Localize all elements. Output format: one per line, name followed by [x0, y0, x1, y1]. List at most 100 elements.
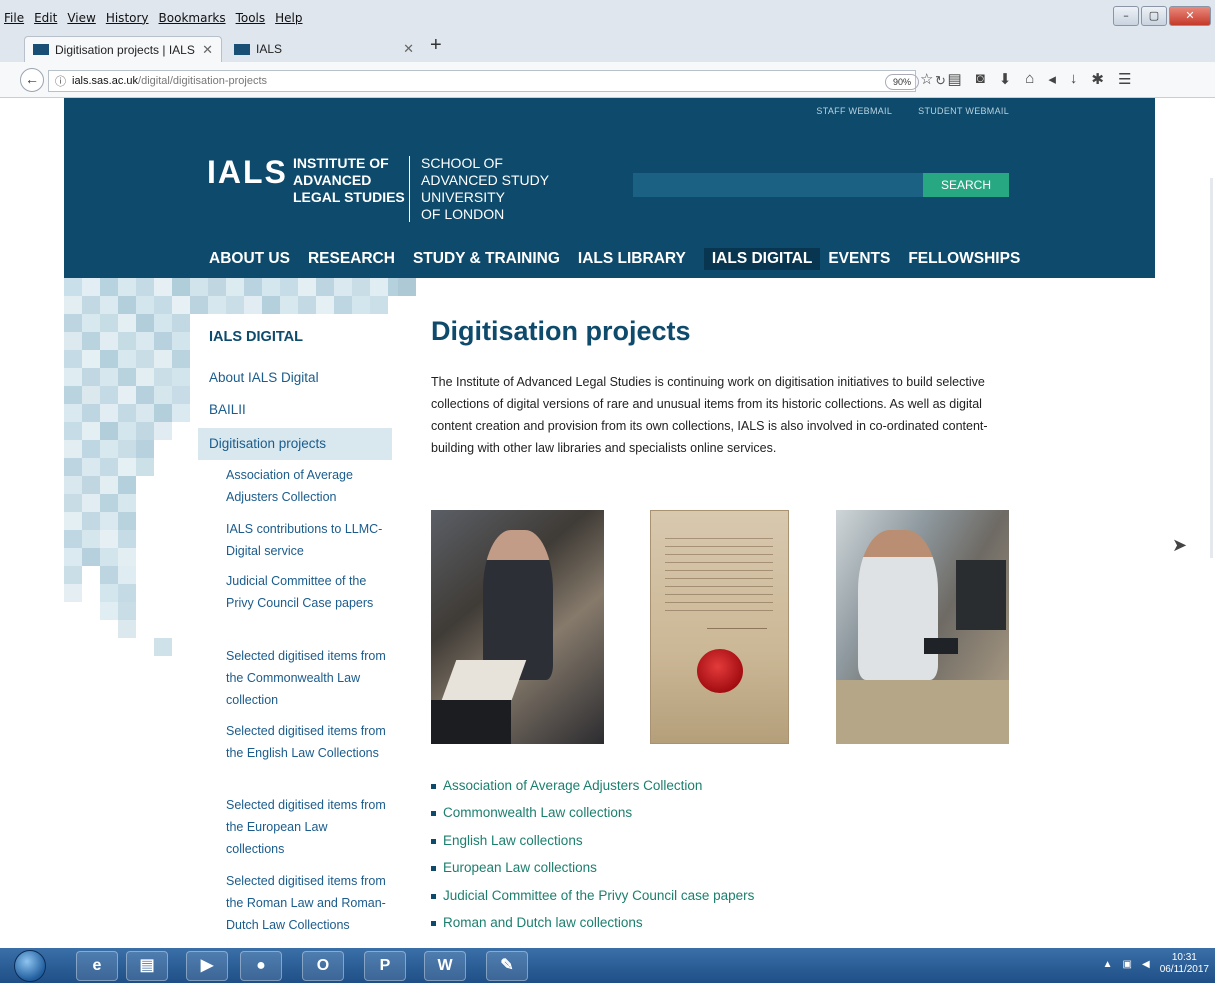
tab-digitisation-projects[interactable]: Digitisation projects | IALS ✕ [24, 36, 222, 62]
address-bar[interactable]: ⓘ ials.sas.ac.uk /digital/digitisation-p… [48, 70, 946, 92]
collection-link[interactable]: English Law collections [431, 827, 754, 854]
photo-historic-document-with-seal [650, 510, 789, 744]
photo-keyboard [924, 638, 958, 654]
new-tab-icon[interactable]: + [430, 34, 442, 57]
word-icon[interactable]: W [424, 951, 466, 981]
scrollbar[interactable] [1210, 178, 1213, 558]
nav-research[interactable]: RESEARCH [308, 248, 405, 270]
search-button[interactable]: SEARCH [923, 173, 1009, 197]
collection-link[interactable]: Judicial Committee of the Privy Council … [431, 882, 754, 909]
sidebar-item-about[interactable]: About IALS Digital [209, 370, 319, 385]
web-page: STAFF WEBMAIL STUDENT WEBMAIL IALS INSTI… [0, 98, 1215, 948]
reading-list-icon[interactable]: ▤ [947, 70, 961, 88]
menu-view[interactable]: View [67, 11, 95, 25]
network-icon[interactable]: ▣ [1123, 959, 1132, 970]
menu-edit[interactable]: Edit [34, 11, 57, 25]
photo-figure [858, 530, 938, 680]
close-tab-icon[interactable]: ✕ [202, 42, 213, 58]
school-line: UNIVERSITY [421, 189, 506, 205]
windows-taskbar: e ▤ ▶ ● O P W ✎ ▲ ▣ ◀ 10:31 06/11/2017 [0, 948, 1215, 983]
minimize-button[interactable]: – [1113, 6, 1139, 26]
hamburger-menu-icon[interactable]: ☰ [1118, 70, 1131, 88]
photo-scanning-documents [431, 510, 604, 744]
ials-favicon-icon [33, 44, 49, 55]
institute-name: INSTITUTE OF ADVANCED LEGAL STUDIES [293, 155, 405, 206]
save-icon[interactable]: ↓ [1070, 70, 1078, 88]
menu-file[interactable]: File [4, 11, 24, 25]
tray-expand-icon[interactable]: ▲ [1103, 959, 1113, 970]
search-input[interactable] [633, 173, 923, 197]
sidebar-subitem[interactable]: IALS contributions to LLMC-Digital servi… [226, 518, 386, 562]
sidebar-subitem[interactable]: Selected digitised items from the Roman … [226, 870, 386, 936]
collection-link[interactable]: Commonwealth Law collections [431, 799, 754, 826]
collection-link[interactable]: Roman and Dutch law collections [431, 909, 754, 936]
tab-ials[interactable]: IALS ✕ [226, 36, 422, 62]
clock[interactable]: 10:31 06/11/2017 [1160, 952, 1209, 976]
zoom-level[interactable]: 90% [885, 74, 919, 90]
url-host: ials.sas.ac.uk [72, 75, 139, 87]
info-icon[interactable]: ⓘ [55, 73, 66, 89]
menu-tools[interactable]: Tools [236, 11, 266, 25]
pocket-icon[interactable]: ◙ [976, 70, 985, 88]
bookmark-star-icon[interactable]: ☆ [920, 70, 933, 88]
nav-about-us[interactable]: ABOUT US [209, 248, 300, 270]
menu-bookmarks[interactable]: Bookmarks [159, 11, 226, 25]
ials-favicon-icon [234, 43, 250, 55]
staff-webmail-link[interactable]: STAFF WEBMAIL [816, 106, 892, 116]
internet-explorer-icon[interactable]: e [76, 951, 118, 981]
site-header: STAFF WEBMAIL STUDENT WEBMAIL IALS INSTI… [64, 98, 1155, 278]
sidebar: IALS DIGITAL About IALS Digital BAILII D… [198, 318, 394, 948]
sidebar-subitem[interactable]: Association of Average Adjusters Collect… [226, 464, 386, 508]
back-arrow-icon[interactable]: ← [20, 68, 44, 92]
start-button[interactable] [14, 950, 46, 982]
institute-line: ADVANCED [293, 172, 372, 188]
nav-ials-digital[interactable]: IALS DIGITAL [703, 248, 821, 270]
download-icon[interactable]: ⬇ [999, 70, 1012, 88]
nav-events[interactable]: EVENTS [828, 248, 900, 270]
close-window-button[interactable]: ✕ [1169, 6, 1211, 26]
sidebar-subitem[interactable]: Selected digitised items from the Common… [226, 645, 386, 711]
menu-history[interactable]: History [106, 11, 149, 25]
wax-seal-image [697, 649, 743, 693]
page-title: Digitisation projects [431, 316, 691, 346]
photo-digitisation-workstation [836, 510, 1009, 744]
ials-logo[interactable]: IALS [207, 154, 288, 191]
collection-link[interactable]: Association of Average Adjusters Collect… [431, 772, 754, 799]
mouse-cursor-icon: ➤ [1172, 535, 1188, 555]
firefox-icon[interactable]: ● [240, 951, 282, 981]
nav-study-training[interactable]: STUDY & TRAINING [413, 248, 570, 270]
sidebar-title: IALS DIGITAL [209, 329, 303, 345]
tab-strip: Digitisation projects | IALS ✕ IALS ✕ + [0, 34, 1215, 62]
photo-handwriting [665, 531, 773, 611]
close-tab-icon[interactable]: ✕ [403, 41, 414, 57]
nav-fellowships[interactable]: FELLOWSHIPS [908, 248, 1030, 270]
home-icon[interactable]: ⌂ [1025, 70, 1034, 88]
sidebar-subitem[interactable]: Selected digitised items from the Europe… [226, 794, 386, 860]
photo-signature [707, 603, 767, 629]
sidebar-item-bailii[interactable]: BAILII [209, 402, 246, 417]
outlook-icon[interactable]: O [302, 951, 344, 981]
sidebar-subitem[interactable]: Judicial Committee of the Privy Council … [226, 570, 386, 614]
powerpoint-icon[interactable]: P [364, 951, 406, 981]
file-explorer-icon[interactable]: ▤ [126, 951, 168, 981]
maximize-button[interactable]: ▢ [1141, 6, 1167, 26]
tab-title: IALS [256, 42, 283, 56]
volume-icon[interactable]: ◀ [1142, 959, 1150, 970]
school-name: SCHOOL OF ADVANCED STUDY UNIVERSITY OF L… [421, 155, 549, 223]
tab-title: Digitisation projects | IALS [55, 42, 195, 57]
media-player-icon[interactable]: ▶ [186, 951, 228, 981]
paint-icon[interactable]: ✎ [486, 951, 528, 981]
school-line: ADVANCED STUDY [421, 172, 550, 188]
intro-paragraph: The Institute of Advanced Legal Studies … [431, 375, 988, 455]
send-icon[interactable]: ◂ [1048, 70, 1056, 88]
nav-ials-library[interactable]: IALS LIBRARY [578, 248, 696, 270]
sidebar-subitem[interactable]: Selected digitised items from the Englis… [226, 720, 386, 764]
collection-link[interactable]: European Law collections [431, 854, 754, 881]
clock-time: 10:31 [1171, 952, 1197, 963]
menu-help[interactable]: Help [275, 11, 302, 25]
photo-figure [483, 530, 553, 680]
extension-icon[interactable]: ✱ [1091, 70, 1104, 88]
system-tray: ▲ ▣ ◀ 10:31 06/11/2017 [1103, 952, 1209, 976]
student-webmail-link[interactable]: STUDENT WEBMAIL [918, 106, 1009, 116]
sidebar-item-digitisation[interactable]: Digitisation projects [198, 428, 392, 460]
